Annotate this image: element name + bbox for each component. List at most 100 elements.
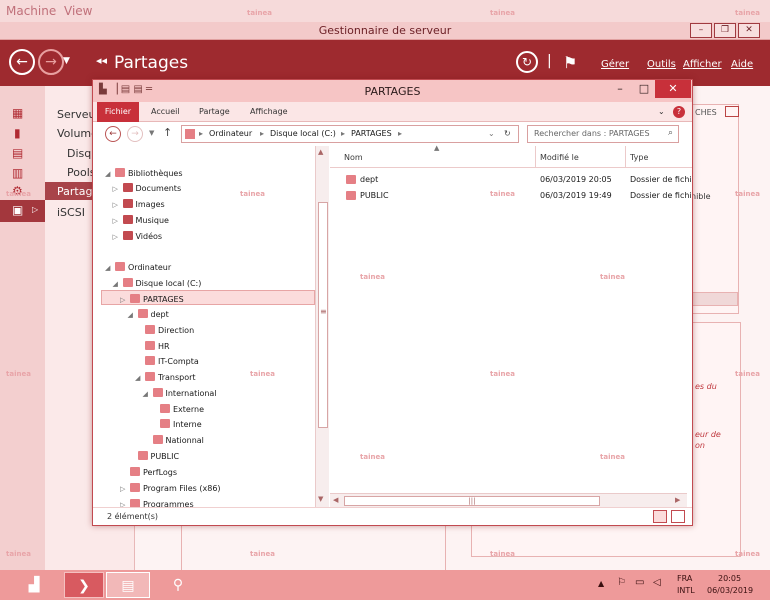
details-view-icon[interactable]: [653, 510, 667, 523]
menu-gerer[interactable]: Gérer: [601, 59, 629, 70]
tab-accueil[interactable]: Accueil: [151, 107, 180, 116]
network-taskbar-icon[interactable]: ⚲: [158, 572, 198, 598]
hscrollbar-thumb[interactable]: |||: [344, 496, 600, 506]
scroll-right-icon[interactable]: ▶: [675, 496, 680, 504]
tree-item[interactable]: ◢ dept: [128, 309, 169, 323]
file-services-icon[interactable]: ▥: [12, 166, 26, 180]
tree-caret-icon[interactable]: ▷: [113, 217, 121, 225]
file-explorer-taskbar-icon[interactable]: ▤: [106, 572, 150, 598]
tab-partage[interactable]: Partage: [199, 107, 230, 116]
tree-item[interactable]: Nationnal: [143, 435, 204, 449]
menu-aide[interactable]: Aide: [731, 59, 753, 70]
all-servers-icon[interactable]: ▤: [12, 146, 26, 160]
tree-item[interactable]: ▷ Programmes: [120, 499, 194, 507]
network-tray-icon[interactable]: ▭: [635, 577, 644, 588]
restore-button[interactable]: ❐: [714, 23, 736, 38]
explorer-minimize-button[interactable]: –: [609, 80, 631, 98]
address-segment-ordinateur[interactable]: Ordinateur: [209, 129, 252, 138]
tree-item[interactable]: ▷ Images: [113, 199, 165, 213]
recent-chevron-icon[interactable]: ▼: [149, 129, 154, 137]
column-type[interactable]: Type: [630, 153, 648, 162]
tab-affichage[interactable]: Affichage: [250, 107, 288, 116]
storage-icon[interactable]: ▣: [12, 203, 26, 217]
address-segment-disque[interactable]: Disque local (C:): [270, 129, 336, 138]
vm-menu-machine[interactable]: Machine: [6, 4, 56, 18]
tree-item[interactable]: PerfLogs: [120, 467, 177, 481]
menu-afficher[interactable]: Afficher: [683, 59, 722, 70]
clock-time[interactable]: 20:05: [718, 574, 741, 583]
tree-item[interactable]: PUBLIC: [128, 451, 179, 465]
tree-item[interactable]: ◢ Transport: [135, 372, 196, 386]
scroll-up-icon[interactable]: ▲: [318, 148, 323, 156]
vm-menu-view[interactable]: View: [64, 4, 92, 18]
address-dropdown-icon[interactable]: ⌄: [488, 129, 495, 138]
language-indicator[interactable]: FRA: [677, 574, 692, 583]
tree-item[interactable]: ◢ International: [143, 388, 217, 402]
large-icons-view-icon[interactable]: [671, 510, 685, 523]
tree-item[interactable]: ▷ Vidéos: [113, 231, 162, 245]
scroll-left-icon[interactable]: ◀: [333, 496, 338, 504]
tree-item[interactable]: Interne: [150, 419, 202, 433]
action-center-flag-icon[interactable]: ⚐: [617, 577, 626, 588]
nav-item-iscsi[interactable]: iSCSI: [57, 206, 85, 219]
tree-caret-icon[interactable]: ▷: [120, 485, 128, 493]
tab-fichier[interactable]: Fichier: [97, 102, 139, 122]
tree-caret-icon[interactable]: ▷: [113, 201, 121, 209]
tree-item[interactable]: HR: [135, 341, 170, 355]
tree-item[interactable]: ◢ Ordinateur: [105, 262, 171, 276]
tree-scrollbar[interactable]: ▲ ≡ ▼: [315, 146, 329, 507]
file-row[interactable]: dept 06/03/2019 20:05 Dossier de fichiers: [330, 172, 692, 188]
ribbon-expand-icon[interactable]: ⌄: [658, 107, 665, 116]
tree-caret-icon[interactable]: ▷: [113, 233, 121, 241]
tree-caret-icon[interactable]: ◢: [143, 390, 151, 398]
tree-item[interactable]: ▷ Documents: [113, 183, 181, 197]
tree-item[interactable]: ▷ Musique: [113, 215, 169, 229]
powershell-icon[interactable]: ❯: [64, 572, 104, 598]
address-bar[interactable]: ▸ Ordinateur ▸ Disque local (C:) ▸ PARTA…: [181, 125, 519, 143]
tree-caret-icon[interactable]: ◢: [128, 311, 136, 319]
tree-caret-icon[interactable]: ◢: [113, 280, 121, 288]
search-icon[interactable]: ⌕: [668, 128, 673, 138]
search-input[interactable]: Rechercher dans : PARTAGES ⌕: [527, 125, 679, 143]
flag-icon[interactable]: ⚑: [563, 53, 577, 72]
tree-item[interactable]: IT-Compta: [135, 356, 199, 370]
file-list-hscrollbar[interactable]: ◀ ||| ▶: [330, 493, 687, 507]
tree-item[interactable]: ◢ Disque local (C:): [113, 278, 201, 292]
back-button[interactable]: ←: [9, 49, 35, 75]
tree-caret-icon[interactable]: ◢: [105, 264, 113, 272]
tree-item[interactable]: Externe: [150, 404, 204, 418]
address-segment-partages[interactable]: PARTAGES: [351, 129, 392, 138]
tree-item[interactable]: ▷ PARTAGES: [120, 294, 184, 308]
close-button[interactable]: ✕: [738, 23, 760, 38]
tray-expand-icon[interactable]: ▲: [598, 579, 604, 588]
tree-caret-icon[interactable]: ◢: [135, 374, 143, 382]
refresh-icon[interactable]: ↻: [504, 129, 511, 138]
up-arrow-icon[interactable]: ↑: [163, 126, 172, 139]
keyboard-layout-indicator[interactable]: INTL: [677, 586, 695, 595]
local-server-icon[interactable]: ▮: [14, 126, 28, 140]
server-manager-taskbar-icon[interactable]: ▟: [14, 572, 54, 598]
menu-outils[interactable]: Outils: [647, 59, 676, 70]
minimize-button[interactable]: –: [690, 23, 712, 38]
chevron-right-icon[interactable]: ▷: [32, 205, 38, 214]
tree-item[interactable]: ▷ Program Files (x86): [120, 483, 221, 497]
tree-caret-icon[interactable]: ▷: [113, 185, 121, 193]
tree-caret-icon[interactable]: ◢: [105, 170, 113, 178]
forward-button[interactable]: →: [38, 49, 64, 75]
explorer-back-button[interactable]: ←: [105, 126, 121, 142]
explorer-close-button[interactable]: ✕: [655, 80, 691, 98]
help-icon[interactable]: ?: [673, 106, 685, 118]
explorer-forward-button[interactable]: →: [127, 126, 143, 142]
tree-item[interactable]: Direction: [135, 325, 194, 339]
column-nom[interactable]: Nom: [344, 153, 363, 162]
tree-scrollbar-thumb[interactable]: ≡: [318, 202, 328, 428]
chevron-down-icon[interactable]: ▼: [63, 56, 70, 66]
scroll-down-icon[interactable]: ▼: [318, 495, 323, 503]
tree-caret-icon[interactable]: ▷: [120, 296, 128, 304]
dashboard-icon[interactable]: ▦: [12, 106, 26, 120]
clock-date[interactable]: 06/03/2019: [707, 586, 753, 595]
column-modifie-le[interactable]: Modifié le: [540, 153, 579, 162]
explorer-maximize-button[interactable]: □: [633, 80, 655, 98]
tree-item[interactable]: ◢ Bibliothèques: [105, 168, 183, 182]
refresh-icon[interactable]: ↻: [516, 51, 538, 73]
